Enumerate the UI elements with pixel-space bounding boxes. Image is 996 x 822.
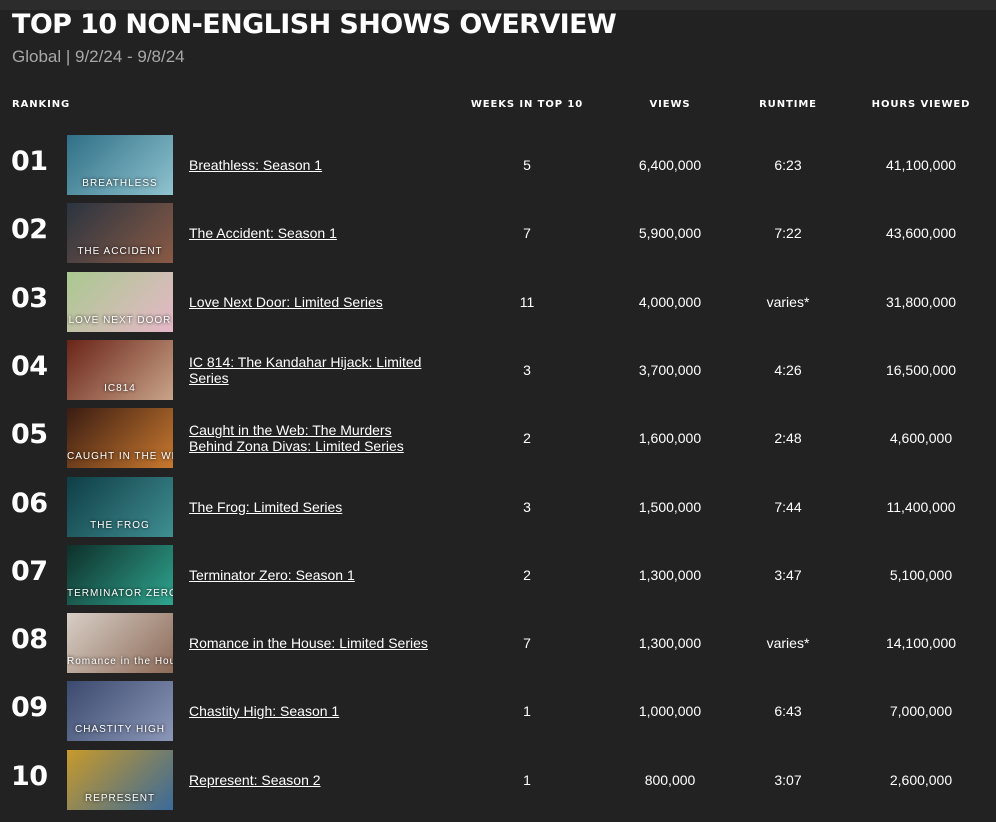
thumbnail-caption: THE ACCIDENT	[77, 246, 163, 257]
header-ranking: RANKING	[12, 99, 71, 110]
hours-viewed-value: 31,800,000	[885, 294, 957, 310]
hours-viewed-value: 5,100,000	[889, 567, 953, 583]
weeks-in-top-10: 3	[523, 362, 531, 378]
table-row: 04 IC814 IC 814: The Kandahar Hijack: Limi…	[0, 340, 996, 400]
show-title-link[interactable]: Represent: Season 2	[189, 772, 429, 788]
rank-number: 07	[11, 556, 48, 587]
show-thumbnail[interactable]: CHASTITY HIGH	[67, 681, 173, 741]
thumbnail-caption: TERMINATOR ZERO	[67, 588, 173, 599]
rank-number: 04	[11, 351, 48, 382]
views-value: 1,600,000	[638, 430, 702, 446]
thumbnail-caption: THE FROG	[90, 520, 150, 531]
hours-viewed-value: 7,000,000	[889, 703, 953, 719]
views-value: 1,500,000	[638, 499, 702, 515]
views-value: 6,400,000	[638, 157, 702, 173]
show-thumbnail[interactable]: Romance in the House	[67, 613, 173, 673]
weeks-in-top-10: 1	[523, 703, 531, 719]
runtime-value: 6:23	[774, 157, 802, 173]
show-thumbnail[interactable]: IC814	[67, 340, 173, 400]
thumbnail-caption: LOVE NEXT DOOR	[68, 315, 172, 326]
table-row: 05 CAUGHT IN THE WEB Caught in the Web: Th…	[0, 408, 996, 468]
table-row: 02 THE ACCIDENT The Accident: Season 1 7 5,9…	[0, 203, 996, 263]
show-title-link[interactable]: Romance in the House: Limited Series	[189, 635, 429, 651]
hours-viewed-value: 2,600,000	[889, 772, 953, 788]
show-thumbnail[interactable]: LOVE NEXT DOOR	[67, 272, 173, 332]
show-thumbnail[interactable]: TERMINATOR ZERO	[67, 545, 173, 605]
header-views: VIEWS	[649, 99, 691, 110]
rank-number: 03	[11, 283, 48, 314]
show-thumbnail[interactable]: REPRESENT	[67, 750, 173, 810]
table-row: 09 CHASTITY HIGH Chastity High: Season 1 1 1…	[0, 681, 996, 741]
thumbnail-caption: CHASTITY HIGH	[74, 724, 166, 735]
show-thumbnail[interactable]: CAUGHT IN THE WEB	[67, 408, 173, 468]
show-title-link[interactable]: Caught in the Web: The Murders Behind Zo…	[189, 422, 429, 454]
runtime-value: 4:26	[774, 362, 802, 378]
runtime-value: 7:44	[774, 499, 802, 515]
rank-number: 09	[11, 692, 48, 723]
show-thumbnail[interactable]: BREATHLESS	[67, 135, 173, 195]
weeks-in-top-10: 2	[523, 430, 531, 446]
rank-number: 08	[11, 624, 48, 655]
runtime-value: varies*	[766, 635, 810, 651]
runtime-value: 7:22	[774, 225, 802, 241]
rank-number: 02	[11, 214, 48, 245]
thumbnail-caption: Romance in the House	[67, 656, 173, 667]
thumbnail-caption: CAUGHT IN THE WEB	[67, 451, 173, 462]
hours-viewed-value: 41,100,000	[885, 157, 957, 173]
views-value: 1,300,000	[638, 567, 702, 583]
hours-viewed-value: 11,400,000	[886, 499, 956, 515]
weeks-in-top-10: 3	[523, 499, 531, 515]
header-runtime: RUNTIME	[759, 99, 817, 110]
show-title-link[interactable]: Breathless: Season 1	[189, 157, 429, 173]
runtime-value: 6:43	[774, 703, 802, 719]
views-value: 1,000,000	[638, 703, 702, 719]
show-thumbnail[interactable]: THE FROG	[67, 477, 173, 537]
weeks-in-top-10: 1	[523, 772, 531, 788]
weeks-in-top-10: 7	[523, 635, 531, 651]
table-row: 01 BREATHLESS Breathless: Season 1 5 6,400,0…	[0, 135, 996, 195]
table-row: 08 Romance in the House Romance in the Hou…	[0, 613, 996, 673]
rank-number: 05	[11, 419, 48, 450]
show-title-link[interactable]: Love Next Door: Limited Series	[189, 294, 429, 310]
weeks-in-top-10: 2	[523, 567, 531, 583]
runtime-value: 3:07	[774, 772, 802, 788]
runtime-value: 3:47	[774, 567, 802, 583]
page-subtitle: Global | 9/2/24 - 9/8/24	[12, 47, 185, 66]
thumbnail-caption: BREATHLESS	[82, 178, 158, 189]
views-value: 3,700,000	[638, 362, 702, 378]
views-value: 5,900,000	[638, 225, 702, 241]
views-value: 4,000,000	[638, 294, 702, 310]
show-thumbnail[interactable]: THE ACCIDENT	[67, 203, 173, 263]
rank-number: 06	[11, 488, 48, 519]
hours-viewed-value: 14,100,000	[885, 635, 957, 651]
rank-number: 10	[11, 761, 48, 792]
hours-viewed-value: 43,600,000	[885, 225, 957, 241]
show-title-link[interactable]: Terminator Zero: Season 1	[189, 567, 429, 583]
thumbnail-caption: IC814	[104, 383, 136, 394]
rank-number: 01	[11, 146, 48, 177]
thumbnail-caption: REPRESENT	[84, 793, 156, 804]
table-row: 06 THE FROG The Frog: Limited Series 3 1,500…	[0, 477, 996, 537]
show-title-link[interactable]: Chastity High: Season 1	[189, 703, 429, 719]
hours-viewed-value: 4,600,000	[889, 430, 953, 446]
show-title-link[interactable]: The Accident: Season 1	[189, 225, 429, 241]
table-row: 07 TERMINATOR ZERO Terminator Zero: Season…	[0, 545, 996, 605]
views-value: 1,300,000	[638, 635, 702, 651]
views-value: 800,000	[644, 772, 696, 788]
weeks-in-top-10: 11	[519, 294, 535, 310]
runtime-value: varies*	[766, 294, 810, 310]
table-row: 03 LOVE NEXT DOOR Love Next Door: Limited …	[0, 272, 996, 332]
table-row: 10 REPRESENT Represent: Season 2 1 800,000 3:…	[0, 750, 996, 810]
runtime-value: 2:48	[774, 430, 802, 446]
header-hours: HOURS VIEWED	[871, 99, 971, 110]
weeks-in-top-10: 5	[523, 157, 531, 173]
page-title: TOP 10 NON-ENGLISH SHOWS OVERVIEW	[12, 9, 617, 40]
header-weeks: WEEKS IN TOP 10	[470, 99, 584, 110]
show-title-link[interactable]: IC 814: The Kandahar Hijack: Limited Ser…	[189, 354, 429, 386]
weeks-in-top-10: 7	[523, 225, 531, 241]
show-title-link[interactable]: The Frog: Limited Series	[189, 499, 429, 515]
hours-viewed-value: 16,500,000	[885, 362, 957, 378]
